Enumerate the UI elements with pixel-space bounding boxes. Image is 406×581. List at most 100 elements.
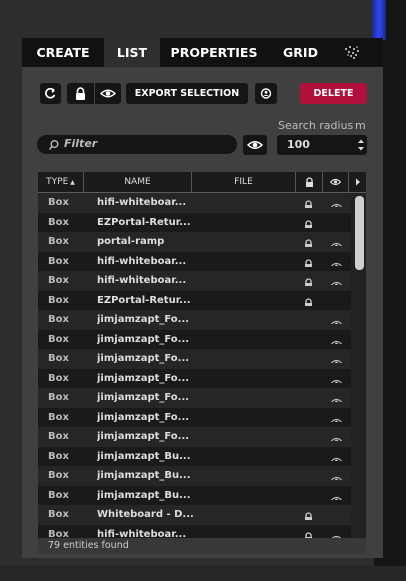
table-row[interactable]: Box jimjamzapt_Fo... [38, 349, 352, 369]
tab-grid[interactable]: GRID [268, 38, 333, 67]
search-icon [48, 140, 59, 150]
filter-visibility-button[interactable] [243, 135, 267, 155]
eye-icon [331, 472, 342, 480]
table-row[interactable]: Box hifi-whiteboar... [38, 271, 352, 291]
row-name: EZPortal-Retur... [97, 294, 191, 306]
lock-icon [304, 218, 313, 228]
row-type: Box [48, 353, 69, 364]
lock-icon [304, 198, 313, 208]
row-type: Box [48, 333, 69, 345]
table-row[interactable]: Box jimjamzapt_Fo... [38, 427, 352, 447]
eye-icon [246, 141, 264, 149]
row-name: jimjamzapt_Fo... [97, 392, 190, 403]
row-type: Box [48, 197, 69, 208]
row-name: portal-ramp [97, 236, 165, 247]
row-name: jimjamzapt_Fo... [97, 411, 190, 423]
table-row[interactable]: Box EZPortal-Retur... [38, 212, 352, 232]
row-name: jimjamzapt_Bu... [97, 450, 191, 462]
eye-icon [331, 238, 342, 246]
table-row[interactable]: Box jimjamzapt_Bu... [38, 485, 352, 505]
tab-create[interactable]: CREATE [22, 38, 104, 67]
row-name: jimjamzapt_Fo... [97, 431, 190, 442]
row-type: Box [48, 431, 69, 442]
row-type: Box [48, 216, 69, 228]
stepper-arrows-icon[interactable] [357, 138, 365, 152]
lock-visibility-toggle-group [67, 83, 121, 104]
chevron-right-icon [355, 178, 360, 186]
delete-button[interactable]: DELETE [300, 83, 367, 104]
table-row[interactable]: Box jimjamzapt_Bu... [38, 446, 352, 466]
row-type: Box [48, 372, 69, 384]
table-row[interactable]: Box jimjamzapt_Bu... [38, 466, 352, 486]
table-row[interactable]: Box Whiteboard - D... [38, 505, 352, 525]
column-menu-button[interactable] [349, 172, 366, 192]
tab-list[interactable]: LIST [104, 38, 160, 67]
lock-icon [304, 257, 313, 267]
eye-icon [99, 89, 117, 98]
eye-icon [331, 355, 342, 363]
table-row[interactable]: Box jimjamzapt_Fo... [38, 407, 352, 427]
eye-icon [331, 199, 342, 207]
lock-toggle-button[interactable] [67, 83, 94, 104]
row-name: jimjamzapt_Fo... [97, 314, 190, 325]
row-name: hifi-whiteboar... [97, 197, 187, 208]
blue-glow [372, 0, 386, 40]
table-row[interactable]: Box jimjamzapt_Fo... [38, 368, 352, 388]
column-header-file[interactable]: FILE [192, 172, 296, 192]
table-footer: 79 entities found [38, 538, 366, 554]
eye-icon [331, 258, 342, 266]
row-type: Box [48, 392, 69, 403]
export-selection-button[interactable]: EXPORT SELECTION [126, 83, 248, 104]
filter-input[interactable]: Filter [37, 135, 237, 154]
column-header-locked[interactable] [296, 172, 323, 192]
refresh-button[interactable] [40, 83, 61, 104]
table-row[interactable]: Box EZPortal-Retur... [38, 290, 352, 310]
entity-count: 79 entities found [48, 540, 129, 551]
entity-table: TYPE ▲ NAME FILE Box hifi-whiteboar... B… [38, 172, 366, 554]
refresh-icon [45, 87, 56, 99]
eye-icon [329, 178, 342, 186]
scrollbar-thumb[interactable] [355, 196, 364, 270]
eye-icon [331, 336, 342, 344]
row-type: Box [48, 314, 69, 325]
eye-icon [331, 316, 342, 324]
eye-icon [331, 277, 342, 285]
eye-icon [331, 414, 342, 422]
lock-icon [76, 87, 85, 100]
row-name: Whiteboard - D... [97, 509, 194, 520]
search-radius-label: Search radius [278, 119, 354, 132]
row-type: Box [48, 489, 69, 501]
eye-icon [331, 492, 342, 500]
column-header-name[interactable]: NAME [84, 172, 192, 192]
column-header-type-label: TYPE [46, 177, 69, 187]
sort-asc-icon: ▲ [68, 179, 75, 186]
tab-bar: CREATE LIST PROPERTIES GRID [22, 38, 383, 67]
eye-icon [331, 453, 342, 461]
row-type: Box [48, 470, 69, 481]
table-row[interactable]: Box jimjamzapt_Fo... [38, 310, 352, 330]
eye-icon [331, 394, 342, 402]
table-header: TYPE ▲ NAME FILE [38, 172, 366, 193]
row-type: Box [48, 411, 69, 423]
bottom-band [0, 566, 406, 581]
grid-dots-icon[interactable] [342, 43, 362, 61]
row-type: Box [48, 509, 69, 520]
column-header-visible[interactable] [323, 172, 349, 192]
row-type: Box [48, 236, 69, 247]
row-name: hifi-whiteboar... [97, 275, 187, 286]
table-row[interactable]: Box jimjamzapt_Fo... [38, 329, 352, 349]
locate-button[interactable] [255, 83, 277, 104]
row-name: jimjamzapt_Fo... [97, 333, 190, 345]
table-row[interactable]: Box jimjamzapt_Fo... [38, 388, 352, 408]
search-radius-unit: m [355, 119, 366, 132]
column-header-type[interactable]: TYPE ▲ [38, 172, 84, 192]
visibility-toggle-button[interactable] [95, 83, 122, 104]
row-type: Box [48, 255, 69, 267]
tab-properties[interactable]: PROPERTIES [160, 38, 268, 67]
table-row[interactable]: Box hifi-whiteboar... [38, 193, 352, 213]
eye-icon [331, 433, 342, 441]
row-name: jimjamzapt_Bu... [97, 489, 191, 501]
table-row[interactable]: Box hifi-whiteboar... [38, 251, 352, 271]
table-row[interactable]: Box portal-ramp [38, 232, 352, 252]
search-radius-input[interactable]: 100 [277, 135, 367, 155]
